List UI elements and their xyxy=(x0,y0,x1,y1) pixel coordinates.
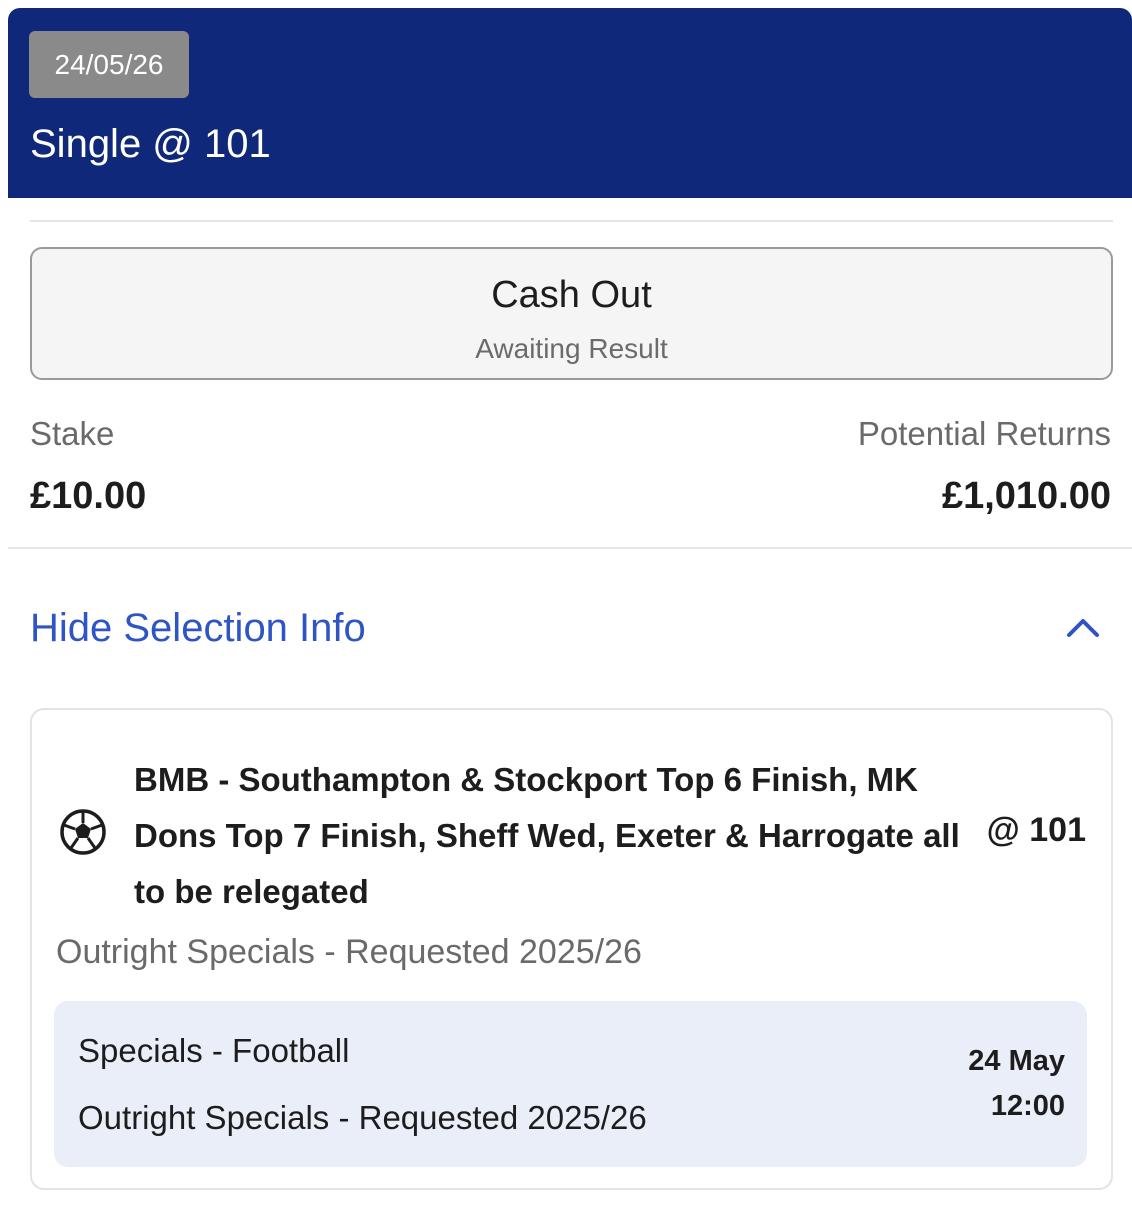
bet-date-badge: 24/05/26 xyxy=(29,31,189,98)
potential-returns-label: Potential Returns xyxy=(857,415,1111,452)
event-time: 12:00 xyxy=(990,1090,1065,1122)
divider xyxy=(30,220,1113,222)
divider xyxy=(8,547,1132,549)
event-market: Outright Specials - Requested 2025/26 xyxy=(78,1099,647,1136)
hide-selection-info-label: Hide Selection Info xyxy=(30,606,366,650)
chevron-up-icon[interactable] xyxy=(1063,608,1103,648)
football-icon xyxy=(60,809,106,855)
cash-out-label: Cash Out xyxy=(491,274,652,316)
cash-out-button[interactable]: Cash Out Awaiting Result xyxy=(30,247,1113,380)
potential-returns-value: £1,010.00 xyxy=(941,475,1111,517)
selection-market: Outright Specials - Requested 2025/26 xyxy=(56,933,642,971)
event-info-panel: Specials - Football Outright Specials - … xyxy=(54,1001,1087,1167)
bet-header: 24/05/26 Single @ 101 xyxy=(8,8,1132,198)
cash-out-status: Awaiting Result xyxy=(475,333,668,364)
selection-details: BMB - Southampton & Stockport Top 6 Fini… xyxy=(30,708,1113,1190)
stake-label: Stake xyxy=(30,415,115,452)
bet-card: 24/05/26 Single @ 101 Cash Out Awaiting … xyxy=(8,8,1132,1208)
event-date: 24 May xyxy=(968,1045,1065,1077)
event-sport: Specials - Football xyxy=(78,1032,350,1069)
stake-value: £10.00 xyxy=(30,475,147,517)
hide-selection-info-toggle[interactable]: Hide Selection Info xyxy=(8,598,1132,662)
selection-odds: @ 101 xyxy=(986,811,1086,849)
bet-type-title: Single @ 101 xyxy=(30,122,271,166)
selection-name: BMB - Southampton & Stockport Top 6 Fini… xyxy=(134,761,960,910)
